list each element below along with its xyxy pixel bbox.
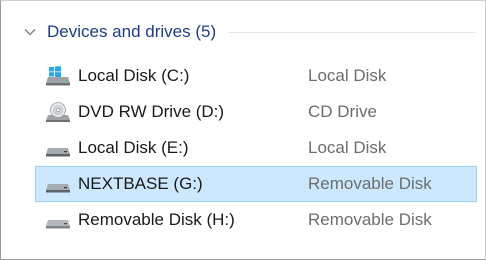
group-title: Devices and drives (5) [47,22,217,41]
devices-and-drives-group-header[interactable]: Devices and drives (5) [23,19,475,45]
drive-item[interactable]: Local Disk (E:) Local Disk [35,130,477,166]
windows-system-drive-icon [46,66,70,86]
removable-drive-icon [46,184,70,193]
drive-name: Removable Disk (H:) [78,210,235,229]
drive-name: Local Disk (C:) [78,66,190,85]
group-divider [228,31,475,33]
drive-name: NEXTBASE (G:) [78,174,203,193]
drive-type: Removable Disk [308,174,432,193]
drive-item[interactable]: Local Disk (C:) Local Disk [35,58,477,94]
drive-item-selected[interactable]: NEXTBASE (G:) Removable Disk [35,166,477,202]
removable-drive-icon [46,220,70,229]
drive-type: Local Disk [308,66,387,85]
explorer-pane: Devices and drives (5) Local Disk (C:) L… [0,0,486,260]
drive-item[interactable]: Removable Disk (H:) Removable Disk [35,202,477,238]
dvd-drive-icon [46,102,70,122]
chevron-down-icon[interactable] [23,25,37,39]
drive-type: Removable Disk [308,210,432,229]
drive-type: CD Drive [308,102,377,121]
drive-name: DVD RW Drive (D:) [78,102,225,121]
hard-drive-icon [46,148,70,157]
drive-type: Local Disk [308,138,387,157]
drive-list: Local Disk (C:) Local Disk DVD RW Drive … [35,58,477,238]
drive-name: Local Disk (E:) [78,138,189,157]
drive-item[interactable]: DVD RW Drive (D:) CD Drive [35,94,477,130]
